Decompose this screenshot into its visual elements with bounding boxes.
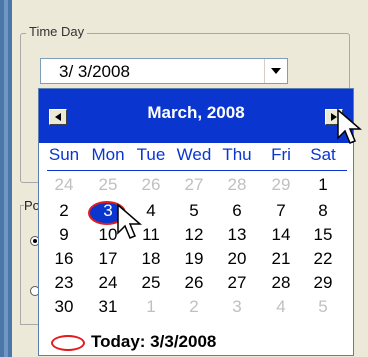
window-edge: [0, 0, 12, 357]
day-cell[interactable]: 23: [46, 273, 82, 295]
day-cell[interactable]: 14: [263, 225, 299, 247]
date-value: 3/ 3/2008: [59, 62, 130, 81]
weekday-fri: Fri: [271, 145, 291, 164]
day-cell[interactable]: 13: [219, 225, 255, 247]
day-cell[interactable]: 1: [305, 175, 341, 197]
day-cell[interactable]: 24: [46, 175, 82, 197]
day-cell[interactable]: 17: [90, 249, 126, 271]
weekday-sun: Sun: [48, 145, 80, 164]
day-cell[interactable]: 1: [133, 297, 169, 319]
day-cell[interactable]: 27: [176, 175, 212, 197]
day-cell[interactable]: 9: [46, 225, 82, 247]
day-cell[interactable]: 3: [219, 297, 255, 319]
day-cell[interactable]: 2: [176, 297, 212, 319]
weekday-sat: Sat: [310, 145, 336, 164]
mouse-pointer-icon: [117, 203, 143, 239]
today-label: Today: 3/3/2008: [91, 332, 217, 351]
day-cell[interactable]: 15: [305, 225, 341, 247]
day-cell[interactable]: 28: [219, 175, 255, 197]
day-cell[interactable]: 29: [305, 273, 341, 295]
dropdown-button[interactable]: [264, 59, 287, 83]
day-cell[interactable]: 4: [263, 297, 299, 319]
calendar-dropdown: March, 2008 Sun Mon Tue Wed Thu Fri Sat …: [38, 88, 354, 356]
weekday-tue: Tue: [136, 145, 166, 164]
day-cell[interactable]: 16: [46, 249, 82, 271]
day-cell[interactable]: 28: [263, 273, 299, 295]
today-circle-icon: [51, 335, 85, 351]
day-cell[interactable]: 31: [90, 297, 126, 319]
day-cell[interactable]: 26: [176, 273, 212, 295]
day-cell[interactable]: 2: [46, 201, 82, 223]
day-cell[interactable]: 26: [133, 175, 169, 197]
calendar-header: March, 2008: [39, 89, 353, 143]
day-cell[interactable]: 8: [305, 201, 341, 223]
month-title[interactable]: March, 2008: [39, 103, 353, 123]
weekday-header-row: Sun Mon Tue Wed Thu Fri Sat: [39, 145, 353, 169]
mouse-pointer-icon: [337, 108, 363, 144]
day-cell[interactable]: 20: [219, 249, 255, 271]
day-cell[interactable]: 7: [263, 201, 299, 223]
day-cell[interactable]: 6: [219, 201, 255, 223]
group-title: Time Day: [26, 24, 88, 39]
day-cell[interactable]: 5: [176, 201, 212, 223]
day-cell[interactable]: 22: [305, 249, 341, 271]
day-cell[interactable]: 5: [305, 297, 341, 319]
day-cell[interactable]: 18: [133, 249, 169, 271]
chevron-down-icon: [271, 68, 281, 74]
day-cell[interactable]: 21: [263, 249, 299, 271]
day-cell[interactable]: 12: [176, 225, 212, 247]
weekday-wed: Wed: [176, 145, 212, 164]
background-radio-dot: [33, 239, 37, 243]
day-cell[interactable]: 19: [176, 249, 212, 271]
weekday-thu: Thu: [222, 145, 252, 164]
weekday-divider: [47, 170, 347, 171]
date-picker-field[interactable]: 3/ 3/2008: [40, 58, 288, 84]
day-cell[interactable]: 27: [219, 273, 255, 295]
day-cell[interactable]: 30: [46, 297, 82, 319]
day-cell[interactable]: 25: [133, 273, 169, 295]
weekday-mon: Mon: [91, 145, 125, 164]
day-cell[interactable]: 29: [263, 175, 299, 197]
day-cell[interactable]: 25: [90, 175, 126, 197]
day-cell[interactable]: 24: [90, 273, 126, 295]
window-edge-highlight: [4, 0, 8, 357]
